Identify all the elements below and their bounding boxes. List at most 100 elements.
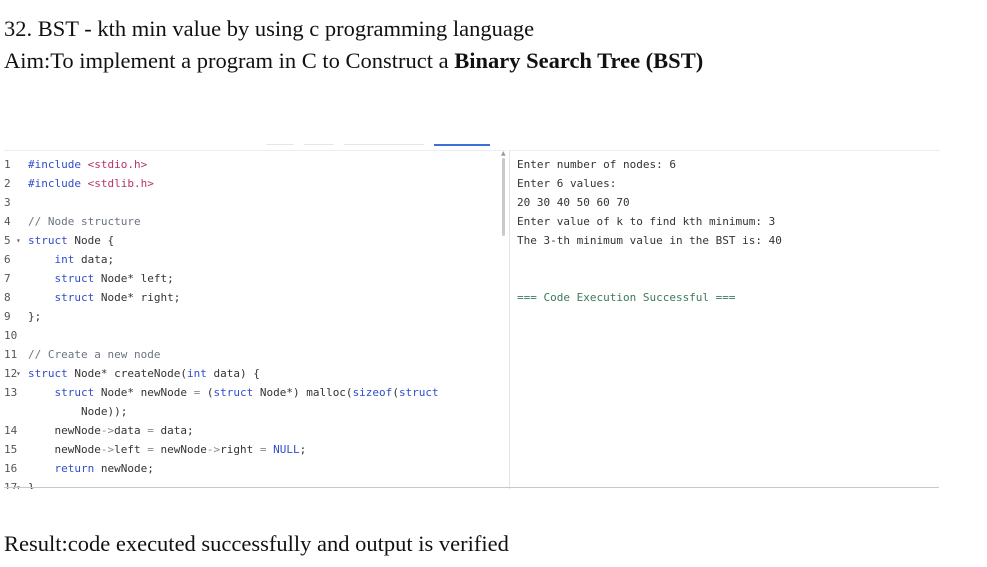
code-text: newNode->left = newNode->right = NULL; xyxy=(28,440,306,459)
code-text: // Node structure xyxy=(28,212,141,231)
panel-bottom-border xyxy=(4,487,939,488)
code-token: Node* createNode( xyxy=(67,367,187,380)
line-number: 2 xyxy=(4,177,11,190)
code-token: data xyxy=(114,424,148,437)
code-text: struct Node* createNode(int data) { xyxy=(28,364,260,383)
line-number: 14 xyxy=(4,424,18,437)
code-text: return newNode; xyxy=(28,459,154,478)
code-line[interactable]: 3 xyxy=(4,193,504,212)
document-title: 32. BST - kth min value by using c progr… xyxy=(4,16,535,41)
console-line: 20 30 40 50 60 70 xyxy=(517,196,630,209)
line-number: 1 xyxy=(4,158,11,171)
code-text: struct Node { xyxy=(28,231,114,250)
code-token: = xyxy=(147,443,154,456)
aim-statement: Aim:To implement a program in C to Const… xyxy=(4,48,703,74)
code-line[interactable]: 16 return newNode; xyxy=(4,459,504,478)
code-editor[interactable]: 1 #include <stdio.h> 2 #include <stdlib.h> 3… xyxy=(4,150,506,489)
aim-bold-text: Binary Search Tree (BST) xyxy=(454,48,704,73)
code-line[interactable]: 1 #include <stdio.h> xyxy=(4,155,504,174)
code-text: // Create a new node xyxy=(28,345,160,364)
code-token: #include xyxy=(28,177,88,190)
line-number: 9 xyxy=(4,310,11,323)
code-token: int xyxy=(54,253,75,266)
code-token: // Create a new node xyxy=(28,348,161,361)
code-line[interactable]: 6 int data; xyxy=(4,250,504,269)
toolbar-tab-hint xyxy=(266,144,294,145)
console-line: The 3-th minimum value in the BST is: 40 xyxy=(517,234,782,247)
line-number: 16 xyxy=(4,462,18,475)
code-token: -> xyxy=(100,443,115,456)
code-line[interactable]: 14 newNode->data = data; xyxy=(4,421,504,440)
code-token: return xyxy=(54,462,95,475)
code-token: ( xyxy=(392,386,399,399)
code-line[interactable]: 10 xyxy=(4,326,504,345)
result-statement: Result:code executed successfully and ou… xyxy=(4,531,509,556)
code-text: Node)); xyxy=(28,402,127,421)
code-text: struct Node* newNode = (struct Node*) ma… xyxy=(28,383,439,402)
code-token: int xyxy=(186,367,207,380)
code-line[interactable]: Node)); xyxy=(4,402,504,421)
code-line[interactable]: 15 newNode->left = newNode->right = NULL… xyxy=(4,440,504,459)
compiler-screenshot: 1 #include <stdio.h> 2 #include <stdlib.h> 3… xyxy=(4,142,940,489)
line-number: 6 xyxy=(4,253,11,266)
code-line[interactable]: 5 ▾ struct Node { xyxy=(4,231,504,250)
code-line[interactable]: 4 // Node structure xyxy=(4,212,504,231)
code-token: newNode xyxy=(28,443,101,456)
toolbar-tab-hint xyxy=(344,144,424,145)
line-number: 3 xyxy=(4,196,11,209)
code-token: -> xyxy=(206,443,221,456)
code-token: Node*) malloc( xyxy=(253,386,353,399)
code-text: int data; xyxy=(28,250,115,269)
line-number: 15 xyxy=(4,443,18,456)
code-line[interactable]: 7 struct Node* left; xyxy=(4,269,504,288)
code-token: Node { xyxy=(67,234,115,247)
code-token: struct xyxy=(398,386,439,399)
code-line[interactable]: 9}; xyxy=(4,307,504,326)
code-token: struct xyxy=(28,234,68,247)
fold-arrow-icon[interactable]: ▾ xyxy=(16,231,21,250)
code-token: data; xyxy=(74,253,115,266)
code-line[interactable]: 2 #include <stdlib.h> xyxy=(4,174,504,193)
code-line[interactable]: 13 struct Node* newNode = (struct Node*)… xyxy=(4,383,504,402)
code-text: #include <stdlib.h> xyxy=(28,174,154,193)
code-token: right xyxy=(220,443,260,456)
fold-arrow-icon[interactable]: ▾ xyxy=(16,364,21,383)
code-token: newNode xyxy=(28,424,101,437)
scroll-up-arrow-icon[interactable]: ▲ xyxy=(501,150,506,157)
code-token: Node* newNode xyxy=(94,386,194,399)
console-line: Enter value of k to find kth minimum: 3 xyxy=(517,215,776,228)
code-token: data) { xyxy=(206,367,260,380)
code-token: ( xyxy=(200,386,214,399)
code-token: struct xyxy=(28,367,68,380)
code-line[interactable]: 8 struct Node* right; xyxy=(4,288,504,307)
code-token: newNode xyxy=(153,443,207,456)
line-number: 7 xyxy=(4,272,11,285)
code-token: <stdlib.h> xyxy=(87,177,154,190)
code-token: <stdio.h> xyxy=(87,158,148,171)
code-token: struct xyxy=(54,272,95,285)
code-token: data; xyxy=(153,424,194,437)
code-token: NULL xyxy=(273,443,300,456)
code-text: struct Node* left; xyxy=(28,269,174,288)
code-line[interactable]: 12 ▾ struct Node* createNode(int data) { xyxy=(4,364,504,383)
code-token: left xyxy=(114,443,148,456)
code-token: Node* right; xyxy=(94,291,181,304)
execution-status: === Code Execution Successful === xyxy=(517,291,736,304)
line-number: 11 xyxy=(4,348,18,361)
code-text: }; xyxy=(28,307,41,326)
code-token: #include xyxy=(28,158,88,171)
active-tab-indicator[interactable] xyxy=(434,144,490,146)
code-text: struct Node* right; xyxy=(28,288,181,307)
line-number: 8 xyxy=(4,291,11,304)
code-token: = xyxy=(147,424,154,437)
console-line: Enter 6 values: xyxy=(517,177,617,190)
editor-scrollbar[interactable] xyxy=(502,158,505,236)
code-line[interactable]: 11 // Create a new node xyxy=(4,345,504,364)
console-line: Enter number of nodes: 6 xyxy=(517,158,676,171)
code-text: newNode->data = data; xyxy=(28,421,194,440)
code-token: -> xyxy=(100,424,115,437)
